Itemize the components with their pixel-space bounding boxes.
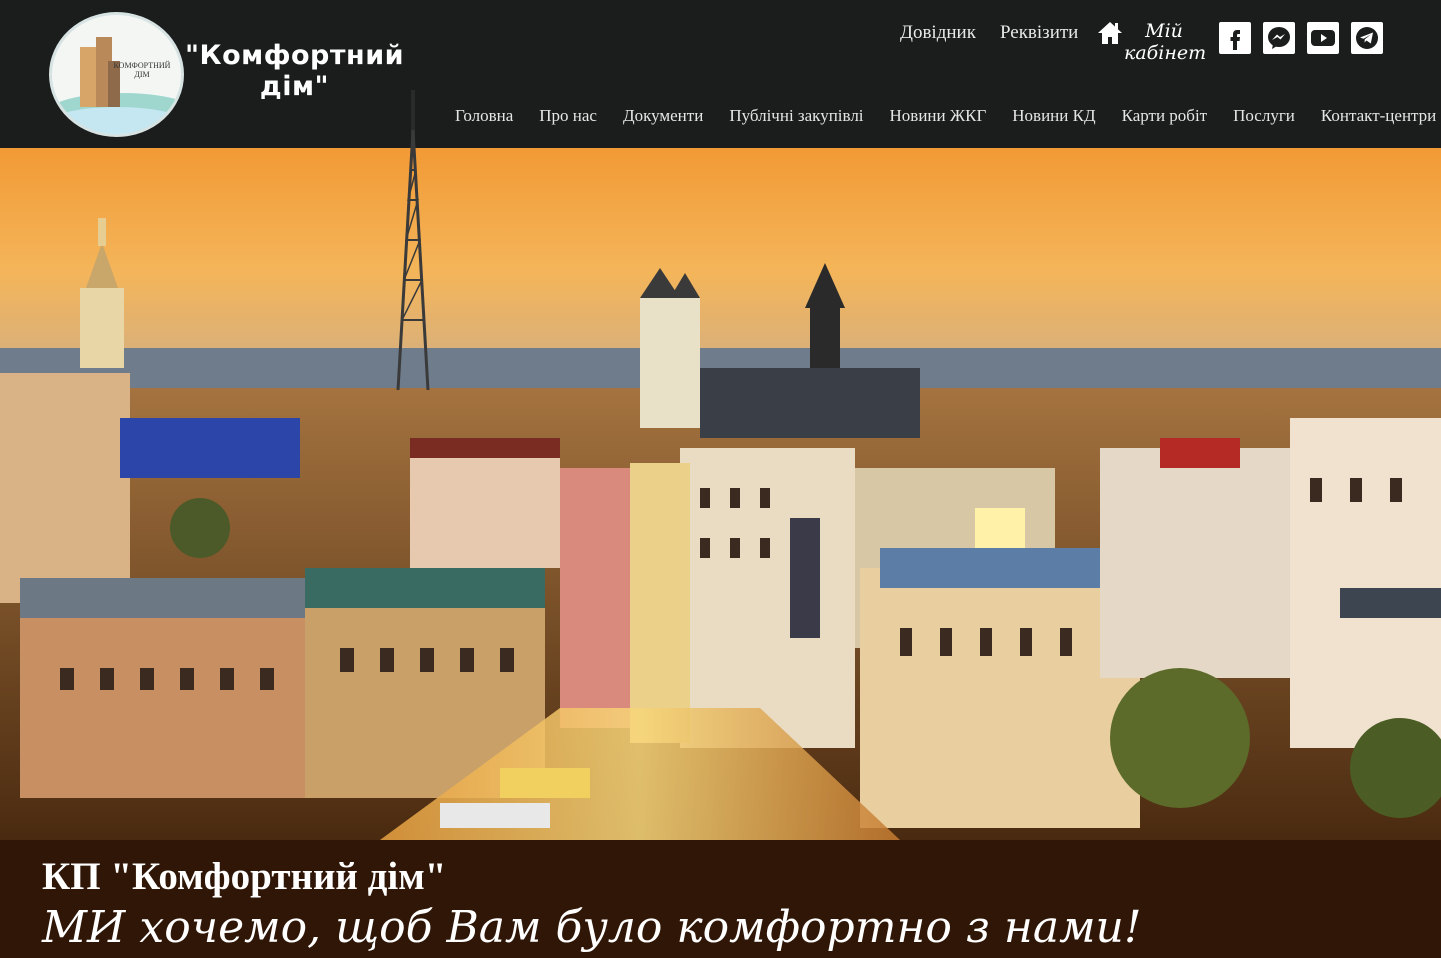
top-link-dovidnyk[interactable]: Довідник: [900, 22, 976, 44]
my-cabinet-link[interactable]: Мій кабінет: [1124, 20, 1206, 64]
brand-title[interactable]: "Комфортний дім": [182, 40, 407, 102]
nav-home[interactable]: Головна: [455, 106, 513, 126]
banner-title: КП "Комфортний дім": [42, 855, 447, 898]
nav-documents[interactable]: Документи: [623, 106, 703, 126]
nav-news-zhkg[interactable]: Новини ЖКГ: [890, 106, 987, 126]
site-logo[interactable]: КОМФОРТНИЙ ДІМ: [49, 12, 184, 137]
hero-banner: КП "Комфортний дім" МИ хочемо, щоб Вам б…: [0, 840, 1441, 958]
home-icon[interactable]: [1097, 20, 1123, 46]
nav-procurement[interactable]: Публічні закупівлі: [729, 106, 863, 126]
banner-slogan: МИ хочемо, щоб Вам було комфортно з нами…: [42, 902, 1142, 953]
site-header: КОМФОРТНИЙ ДІМ "Комфортний дім" Довідник…: [0, 0, 1441, 148]
telegram-icon[interactable]: [1351, 22, 1383, 54]
nav-contact-centers[interactable]: Контакт-центри: [1321, 106, 1436, 126]
city-panorama: [0, 148, 1441, 840]
facebook-icon[interactable]: [1219, 22, 1251, 54]
youtube-icon[interactable]: [1307, 22, 1339, 54]
hero-image: [0, 148, 1441, 840]
messenger-icon[interactable]: [1263, 22, 1295, 54]
logo-wave: [52, 107, 181, 134]
nav-work-maps[interactable]: Карти робіт: [1122, 106, 1208, 126]
top-links: Довідник Реквізити: [900, 22, 1078, 44]
tv-tower-illustration: [396, 90, 430, 390]
nav-services[interactable]: Послуги: [1233, 106, 1295, 126]
nav-about[interactable]: Про нас: [539, 106, 597, 126]
main-nav: Головна Про нас Документи Публічні закуп…: [455, 106, 1436, 126]
nav-news-kd[interactable]: Новини КД: [1012, 106, 1095, 126]
logo-text: КОМФОРТНИЙ ДІМ: [113, 61, 171, 79]
top-link-rekvizyty[interactable]: Реквізити: [1000, 22, 1078, 44]
